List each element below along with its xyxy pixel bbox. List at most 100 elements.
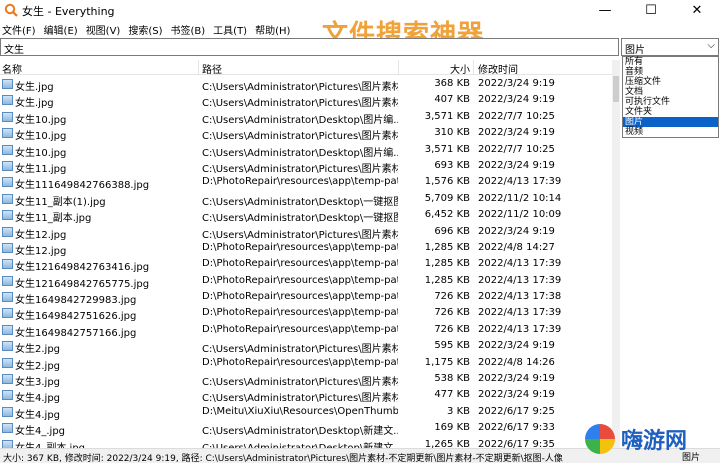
file-modified: 2022/6/17 9:33 [478, 422, 555, 434]
filter-option-folder[interactable]: 文件夹 [623, 107, 718, 117]
file-name: 女生.jpg [15, 82, 54, 93]
table-row[interactable]: 女生2.jpg D:\PhotoRepair\resources\app\temp… [0, 355, 612, 372]
minimize-button[interactable]: — [582, 0, 628, 20]
file-path: C:\Users\Administrator\Desktop\一键抠图 [202, 213, 398, 225]
menu-edit[interactable]: 编辑(E) [44, 20, 78, 38]
file-size: 169 KB [434, 422, 470, 434]
table-row[interactable]: 女生.jpg C:\Users\Administrator\Pictures\图片… [0, 76, 612, 93]
filter-option-video[interactable]: 视频 [623, 127, 718, 137]
file-name: 女生121649842765775.jpg [15, 278, 150, 290]
file-modified: 2022/3/24 9:19 [478, 373, 555, 385]
filter-selected-value: 图片 [625, 45, 645, 56]
table-row[interactable]: 女生1649842729983.jpg D:\PhotoRepair\resour… [0, 289, 612, 306]
vertical-scrollbar[interactable] [612, 60, 620, 448]
column-divider[interactable] [198, 60, 199, 75]
file-modified: 2022/4/8 14:26 [478, 356, 555, 368]
file-size: 477 KB [434, 389, 470, 401]
table-row[interactable]: 女生11.jpg C:\Users\Administrator\Pictures\… [0, 158, 612, 175]
file-path: D:\PhotoRepair\resources\app\temp-pat... [202, 356, 398, 368]
file-modified: 2022/3/24 9:19 [478, 389, 555, 401]
search-input[interactable]: 文生 [0, 38, 619, 56]
file-size: 1,175 KB [424, 356, 470, 368]
filter-option-executable[interactable]: 可执行文件 [623, 97, 718, 107]
image-file-icon [2, 259, 13, 270]
filter-select[interactable]: 图片 ⌵ [621, 38, 719, 56]
menu-search[interactable]: 搜索(S) [128, 20, 162, 38]
image-file-icon [2, 193, 13, 204]
file-path: C:\Users\Administrator\Pictures\图片素材... [202, 377, 398, 389]
table-row[interactable]: 女生3.jpg C:\Users\Administrator\Pictures\图… [0, 371, 612, 389]
column-divider[interactable] [398, 60, 399, 75]
table-row[interactable]: 女生2.jpg C:\Users\Administrator\Pictures\图… [0, 338, 612, 355]
table-row[interactable]: 女生11_副本.jpg C:\Users\Administrator\Deskto… [0, 207, 612, 225]
file-path: C:\Users\Administrator\Pictures\图片素材... [202, 163, 398, 175]
file-path: C:\Users\Administrator\Pictures\图片素材... [202, 229, 398, 241]
file-path: C:\Users\Administrator\Pictures\图片素材... [202, 131, 398, 143]
scrollbar-thumb[interactable] [613, 76, 619, 102]
menu-help[interactable]: 帮助(H) [255, 20, 290, 38]
file-size: 726 KB [434, 291, 470, 303]
file-size: 595 KB [434, 340, 470, 352]
menu-view[interactable]: 视图(V) [86, 20, 121, 38]
table-row[interactable]: 女生4.jpg D:\Meitu\XiuXiu\Resources\OpenThu… [0, 404, 612, 421]
chevron-down-icon[interactable]: ⌵ [707, 40, 715, 51]
column-path[interactable]: 路径 [202, 61, 222, 76]
table-row[interactable]: 女生.jpg C:\Users\Administrator\Pictures\图片… [0, 92, 612, 109]
image-file-icon [2, 177, 13, 188]
file-name: 女生111649842766388.jpg [15, 180, 150, 192]
column-divider[interactable] [473, 60, 474, 75]
file-size: 726 KB [434, 307, 470, 319]
image-file-icon [2, 390, 13, 401]
file-name: 女生11_副本(1).jpg [15, 196, 106, 208]
filter-option-audio[interactable]: 音频 [623, 67, 718, 77]
file-size: 6,452 KB [424, 209, 470, 221]
image-file-icon [2, 341, 13, 352]
file-size: 368 KB [434, 78, 470, 89]
image-file-icon [2, 79, 13, 89]
filter-option-archive[interactable]: 压缩文件 [623, 77, 718, 87]
table-row[interactable]: 女生10.jpg C:\Users\Administrator\Desktop\图… [0, 109, 612, 126]
table-row[interactable]: 女生4_副本.jpg C:\Users\Administrator\Desktop… [0, 437, 612, 448]
table-row[interactable]: 女生10.jpg C:\Users\Administrator\Desktop\图… [0, 142, 612, 159]
column-modified[interactable]: 修改时间 [478, 61, 518, 76]
menu-bookmarks[interactable]: 书签(B) [171, 20, 206, 38]
file-modified: 2022/3/24 9:19 [478, 94, 555, 106]
image-file-icon [2, 308, 13, 319]
table-row[interactable]: 女生11_副本(1).jpg C:\Users\Administrator\Des… [0, 191, 612, 208]
image-file-icon [2, 423, 13, 434]
maximize-button[interactable]: ☐ [628, 0, 674, 20]
menu-tools[interactable]: 工具(T) [213, 20, 247, 38]
file-modified: 2022/3/24 9:19 [478, 159, 555, 171]
table-row[interactable]: 女生111649842766388.jpg D:\PhotoRepair\reso… [0, 174, 612, 192]
file-modified: 2022/4/13 17:39 [478, 307, 562, 319]
file-name: 女生3.jpg [15, 377, 61, 389]
filter-option-all[interactable]: 所有 [623, 57, 718, 67]
file-path: D:\PhotoRepair\resources\app\temp-pat... [202, 307, 398, 319]
close-button[interactable]: ✕ [674, 0, 720, 20]
table-row[interactable]: 女生121649842765775.jpg D:\PhotoRepair\reso… [0, 273, 612, 290]
file-name: 女生2.jpg [15, 360, 61, 372]
table-row[interactable]: 女生4_.jpg C:\Users\Administrator\Desktop\新… [0, 420, 612, 437]
file-name: 女生12.jpg [15, 229, 67, 241]
table-row[interactable]: 女生10.jpg C:\Users\Administrator\Pictures\… [0, 125, 612, 143]
file-modified: 2022/4/13 17:39 [478, 274, 562, 286]
menu-file[interactable]: 文件(F) [2, 20, 36, 38]
filter-option-picture[interactable]: 图片 [623, 117, 718, 127]
column-size[interactable]: 大小 [420, 61, 470, 76]
file-path: C:\Users\Administrator\Desktop\新建文... [202, 439, 398, 448]
file-name: 女生121649842763416.jpg [15, 262, 150, 274]
table-row[interactable]: 女生12.jpg C:\Users\Administrator\Pictures\… [0, 224, 612, 241]
table-row[interactable]: 女生121649842763416.jpg D:\PhotoRepair\reso… [0, 256, 612, 274]
file-modified: 2022/4/13 17:39 [478, 323, 562, 335]
file-size: 3,571 KB [424, 110, 470, 122]
table-row[interactable]: 女生1649842757166.jpg D:\PhotoRepair\resour… [0, 322, 612, 339]
file-modified: 2022/3/24 9:19 [478, 78, 555, 89]
file-name: 女生10.jpg [15, 114, 67, 126]
file-name: 女生10.jpg [15, 131, 67, 143]
file-path: D:\PhotoRepair\resources\app\temp-pat... [202, 241, 398, 253]
table-row[interactable]: 女生12.jpg D:\PhotoRepair\resources\app\tem… [0, 240, 612, 257]
filter-option-document[interactable]: 文档 [623, 87, 718, 97]
table-row[interactable]: 女生1649842751626.jpg D:\PhotoRepair\resour… [0, 305, 612, 322]
column-name[interactable]: 名称 [2, 61, 22, 76]
table-row[interactable]: 女生4.jpg C:\Users\Administrator\Pictures\图… [0, 387, 612, 404]
